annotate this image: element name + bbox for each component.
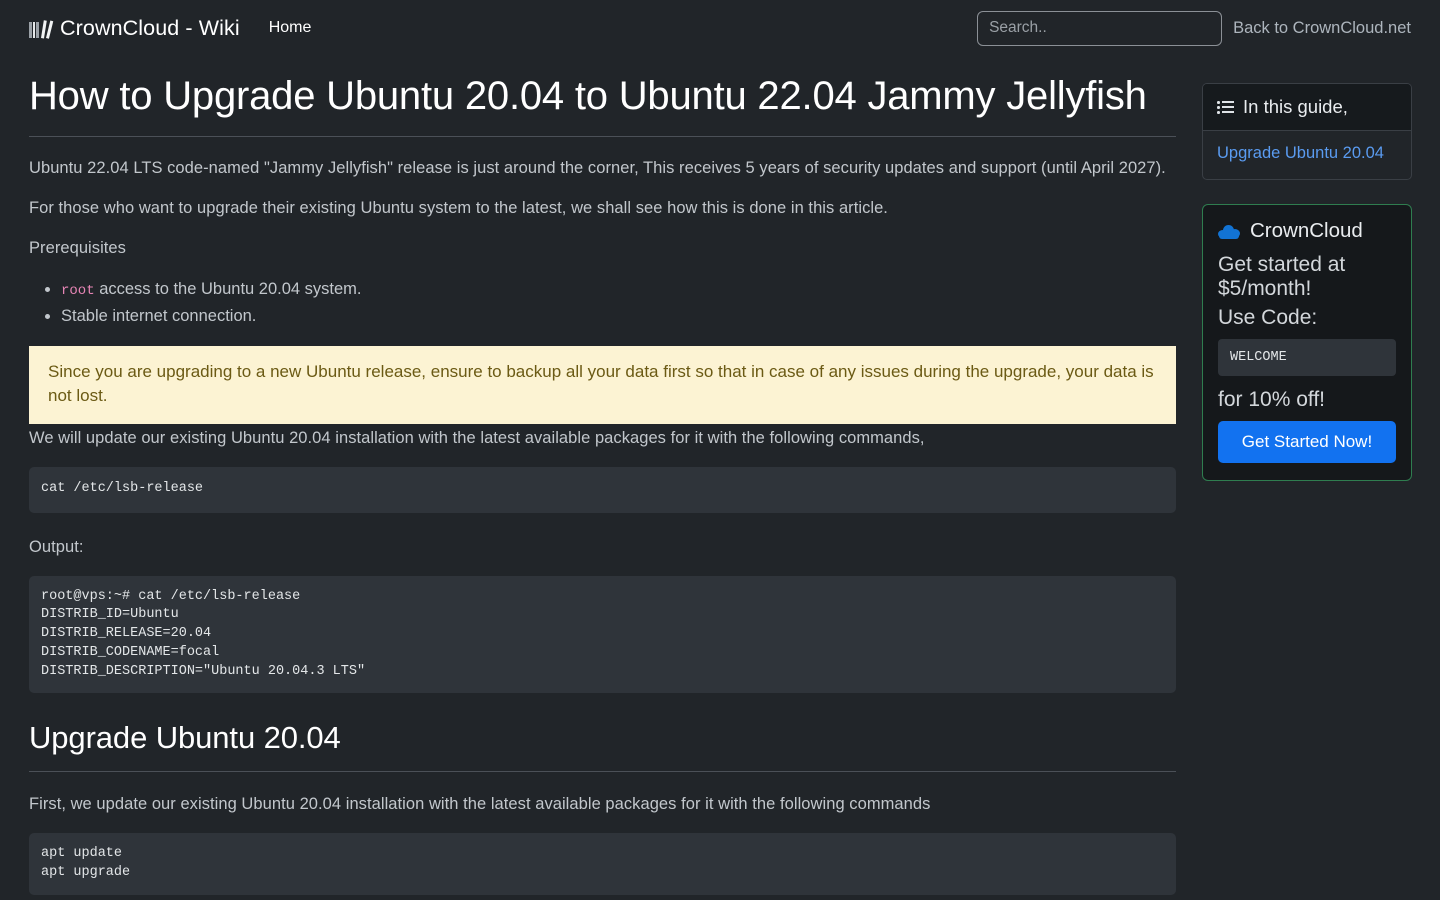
books-icon: [29, 19, 54, 39]
crowncloud-promo-card: CrownCloud Get started at $5/month! Use …: [1202, 204, 1412, 481]
inline-code-root: root: [61, 283, 95, 299]
promo-brand-label: CrownCloud: [1250, 219, 1363, 242]
in-this-guide-title: In this guide,: [1243, 96, 1348, 117]
brand-logo-link[interactable]: CrownCloud - Wiki: [29, 16, 240, 41]
in-this-guide-body: Upgrade Ubuntu 20.04: [1203, 131, 1411, 179]
back-to-site-link[interactable]: Back to CrownCloud.net: [1233, 19, 1411, 38]
navbar-right-group: Back to CrownCloud.net: [977, 10, 1411, 46]
section-note-paragraph: First, we update our existing Ubuntu 20.…: [29, 795, 931, 814]
code-block-cat-lsb-release[interactable]: cat /etc/lsb-release: [29, 467, 1176, 513]
promo-price-line: Get started at $5/month!: [1218, 253, 1346, 300]
list-item-label: access to the Ubuntu 20.04 system.: [94, 280, 362, 298]
section-heading-upgrade: Upgrade Ubuntu 20.04: [29, 720, 341, 756]
prerequisites-list: root access to the Ubuntu 20.04 system. …: [29, 277, 1176, 329]
list-item-label: Stable internet connection.: [61, 307, 257, 325]
promo-usecode-label: Use Code:: [1218, 306, 1318, 329]
page-title: How to Upgrade Ubuntu 20.04 to Ubuntu 22…: [29, 74, 1147, 118]
nav-item-home[interactable]: Home: [267, 15, 314, 41]
list-icon: [1217, 101, 1234, 114]
intro-paragraph-1: Ubuntu 22.04 LTS code-named "Jammy Jelly…: [29, 159, 1166, 177]
list-item: Stable internet connection.: [61, 304, 1176, 329]
get-started-button[interactable]: Get Started Now!: [1218, 421, 1396, 463]
search-input[interactable]: [977, 10, 1223, 46]
top-navbar: CrownCloud - Wiki Home Back to CrownClou…: [0, 0, 1440, 56]
sidebar: In this guide, Upgrade Ubuntu 20.04 Crow…: [1202, 56, 1412, 481]
warning-callout: Since you are upgrading to a new Ubuntu …: [29, 346, 1176, 424]
prerequisites-heading: Prerequisites: [29, 239, 126, 257]
title-divider: [29, 136, 1176, 137]
list-item: root access to the Ubuntu 20.04 system.: [61, 277, 1176, 304]
in-this-guide-card: In this guide, Upgrade Ubuntu 20.04: [1202, 83, 1412, 180]
in-this-guide-header: In this guide,: [1203, 84, 1411, 131]
intro-paragraph-2: For those who want to upgrade their exis…: [29, 199, 888, 217]
page-layout: How to Upgrade Ubuntu 20.04 to Ubuntu 22…: [0, 56, 1440, 895]
update-note-paragraph: We will update our existing Ubuntu 20.04…: [29, 429, 925, 447]
output-label: Output:: [29, 537, 84, 556]
toc-link-upgrade-ubuntu[interactable]: Upgrade Ubuntu 20.04: [1217, 142, 1397, 165]
code-block-output[interactable]: root@vps:~# cat /etc/lsb-release DISTRIB…: [29, 575, 1176, 694]
promo-brand: CrownCloud: [1218, 219, 1396, 243]
promo-discount-line: for 10% off!: [1218, 388, 1326, 411]
promo-code-value[interactable]: WELCOME: [1218, 339, 1396, 376]
article-content: How to Upgrade Ubuntu 20.04 to Ubuntu 22…: [29, 56, 1176, 895]
brand-title: CrownCloud - Wiki: [60, 15, 240, 40]
code-block-apt-update[interactable]: apt update apt upgrade: [29, 833, 1176, 895]
cloud-icon: [1218, 224, 1240, 239]
section-divider: [29, 771, 1176, 773]
